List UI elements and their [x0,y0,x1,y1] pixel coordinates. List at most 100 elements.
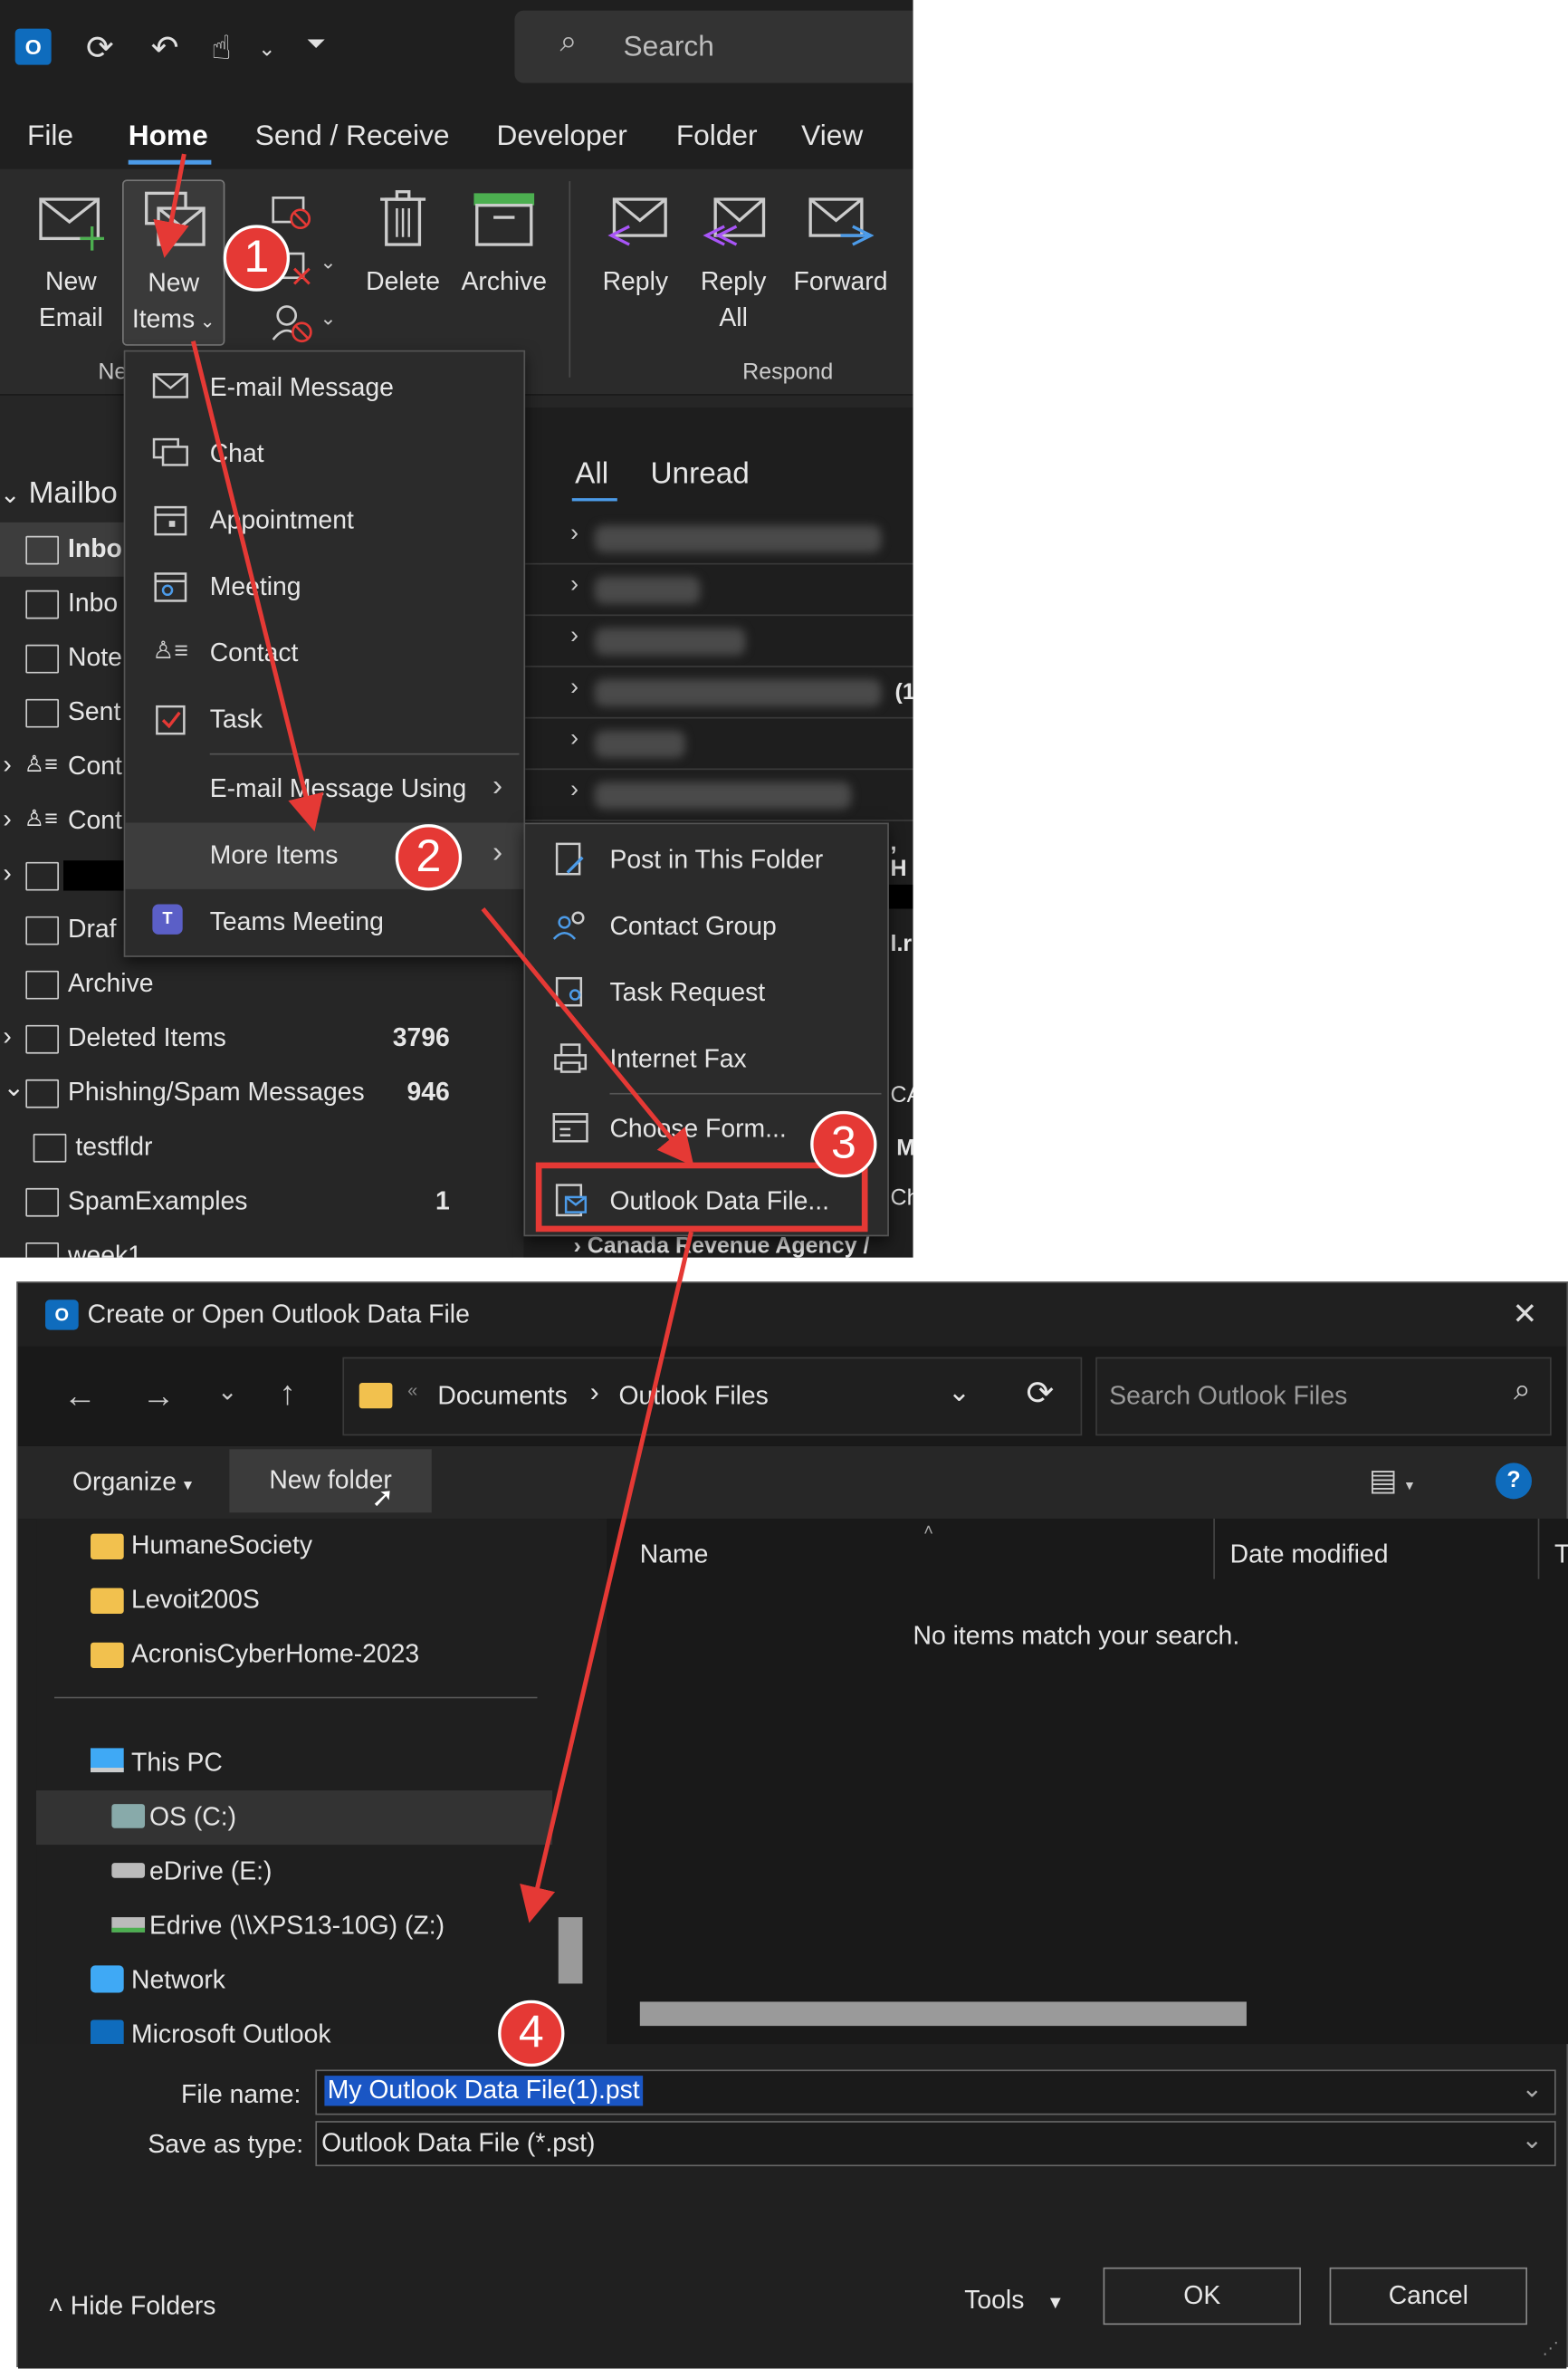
message-row[interactable]: › (1 [525,667,913,719]
help-icon[interactable]: ? [1495,1463,1533,1500]
tree-item[interactable]: HumaneSociety [36,1519,568,1573]
chevron-down-icon[interactable]: ⌄ [217,1376,237,1406]
forward-icon[interactable]: → [142,1376,176,1415]
search-outlook-files-input[interactable]: Search Outlook Files ⌕ [1095,1357,1552,1436]
menu-item-task[interactable]: Task [125,686,523,753]
view-options-icon[interactable]: ▤ ▾ [1369,1462,1413,1500]
menu-view[interactable]: View [801,120,863,154]
tree-item-microsoft-outlook[interactable]: Microsoft Outlook [36,2008,568,2045]
chevron-down-icon[interactable]: ⌄ [948,1376,970,1408]
column-header-type[interactable]: T [1554,1539,1568,1569]
sync-icon[interactable]: ⟳ [86,30,114,66]
column-header-date-modified[interactable]: Date modified [1230,1539,1389,1569]
chevron-down-icon[interactable]: ⌄ [1521,2074,1543,2104]
folder-item[interactable]: ⌄ Phishing/Spam Messages 946 [0,1066,513,1120]
file-name-input[interactable]: My Outlook Data File(1).pst ⌄ [315,2069,1556,2115]
menu-item-appointment[interactable]: Appointment [125,487,523,553]
message-row[interactable]: › [525,770,913,821]
menu-developer[interactable]: Developer [496,120,626,154]
message-row[interactable]: › [525,564,913,617]
tree-item-os-c[interactable]: OS (C:) [36,1790,553,1846]
menu-item-email-message-using[interactable]: E-mail Message Using › [125,756,523,822]
breadcrumb-documents[interactable]: Documents [437,1381,567,1411]
folder-item[interactable]: testfldr [0,1120,513,1175]
reply-button[interactable]: Reply [593,190,677,311]
create-open-data-file-dialog: O Create or Open Outlook Data File ✕ ← →… [16,1281,1568,2369]
teams-icon: T [152,904,183,935]
message-fragment: Ch [890,1184,913,1211]
folder-item[interactable]: SpamExamples 1 [0,1175,513,1229]
mailbox-header[interactable]: ⌄ Mailbo [0,477,118,512]
menu-item-contact-group[interactable]: Contact Group [525,894,887,960]
chevron-down-icon[interactable]: ⌄ [320,306,336,331]
forward-button[interactable]: Forward [788,190,894,311]
organize-button[interactable]: Organize ▾ [72,1467,192,1497]
menu-item-more-items[interactable]: More Items › [125,822,524,889]
hide-folders-button[interactable]: ˄ Hide Folders [48,2292,215,2322]
tree-item-edrive-e[interactable]: eDrive (E:) [36,1845,568,1899]
tree-item-label: OS (C:) [149,1802,237,1832]
ok-button[interactable]: OK [1103,2267,1301,2326]
folder-item[interactable]: Archive [0,957,513,1012]
menu-file[interactable]: File [27,120,73,154]
message-row[interactable]: › [525,718,913,771]
refresh-icon[interactable]: ⟳ [1027,1374,1055,1413]
delete-button[interactable]: Delete [359,190,447,311]
menu-item-meeting[interactable]: Meeting [125,554,523,620]
menu-item-teams-meeting[interactable]: T Teams Meeting [125,889,523,955]
address-bar[interactable]: « Documents › Outlook Files ⌄ ⟳ [342,1357,1083,1436]
tree-scrollbar-thumb[interactable] [558,1917,583,1984]
chevron-down-icon[interactable]: ⌄ [320,251,336,275]
tab-unread[interactable]: Unread [650,457,749,492]
undo-icon[interactable]: ↶ [151,30,179,66]
breadcrumb-separator: « [407,1379,418,1401]
reply-all-button[interactable]: Reply All [691,190,775,341]
message-row-bottom[interactable]: › Canada Revenue Agency / [573,1233,869,1258]
menu-home[interactable]: Home [129,120,208,154]
message-row[interactable]: › [525,616,913,667]
menu-folder[interactable]: Folder [676,120,758,154]
menu-item-email-message[interactable]: E-mail Message [125,355,523,421]
ignore-icon[interactable] [269,188,314,234]
horizontal-scrollbar-thumb[interactable] [639,2001,1247,2027]
pc-icon [91,1748,124,1773]
menu-item-contact[interactable]: ♙≡ Contact [125,620,523,686]
folder-item[interactable]: › Deleted Items 3796 [0,1012,513,1066]
new-folder-button[interactable]: New folder [229,1449,432,1513]
menu-item-internet-fax[interactable]: Internet Fax [525,1027,887,1093]
back-icon[interactable]: ← [63,1376,97,1415]
menu-item-label: More Items [209,840,339,870]
tree-item-network[interactable]: Network [36,1953,568,2008]
save-as-type-select[interactable]: Outlook Data File (*.pst) ⌄ [315,2121,1556,2167]
reply-all-icon [703,197,766,246]
up-icon[interactable]: ↑ [279,1374,295,1413]
tree-item-label: Microsoft Outlook [131,2019,331,2045]
breadcrumb-outlook-files[interactable]: Outlook Files [618,1381,768,1411]
customize-toolbar-icon[interactable]: ⏷ [306,27,325,63]
menu-item-outlook-data-file[interactable]: Outlook Data File... [525,1168,887,1234]
cancel-button[interactable]: Cancel [1329,2267,1528,2326]
chevron-down-icon[interactable]: ⌄ [1521,2125,1543,2155]
tree-item-this-pc[interactable]: This PC [36,1736,568,1790]
search-box[interactable]: ⌕ Search [514,10,913,83]
new-email-button[interactable]: New Email [24,190,118,341]
new-items-button[interactable]: New Items ⌄ [122,179,225,346]
close-icon[interactable]: ✕ [1512,1295,1537,1333]
menu-item-post-in-folder[interactable]: Post in This Folder [525,828,887,894]
tree-item[interactable]: AcronisCyberHome-2023 [36,1627,568,1682]
tools-button[interactable]: Tools ▼ [964,2286,1065,2316]
chevron-down-icon[interactable]: ⌄ [258,30,276,66]
junk-icon[interactable] [269,301,314,346]
message-row[interactable]: › [525,513,913,565]
touch-mode-icon[interactable]: ☝ [211,30,231,66]
archive-button[interactable]: Archive [455,190,552,311]
folder-item[interactable]: week1 [0,1229,513,1258]
menu-item-chat[interactable]: Chat [125,421,523,487]
menu-item-task-request[interactable]: Task Request [525,960,887,1026]
column-header-name[interactable]: Name [640,1539,709,1569]
resize-grip-icon[interactable]: ⋰ [1543,2338,1559,2358]
menu-send-receive[interactable]: Send / Receive [255,120,450,154]
tree-item-edrive-z[interactable]: Edrive (\\XPS13-10G) (Z:) [36,1899,568,1953]
tree-item[interactable]: Levoit200S [36,1573,568,1627]
tab-all[interactable]: All [575,457,608,492]
